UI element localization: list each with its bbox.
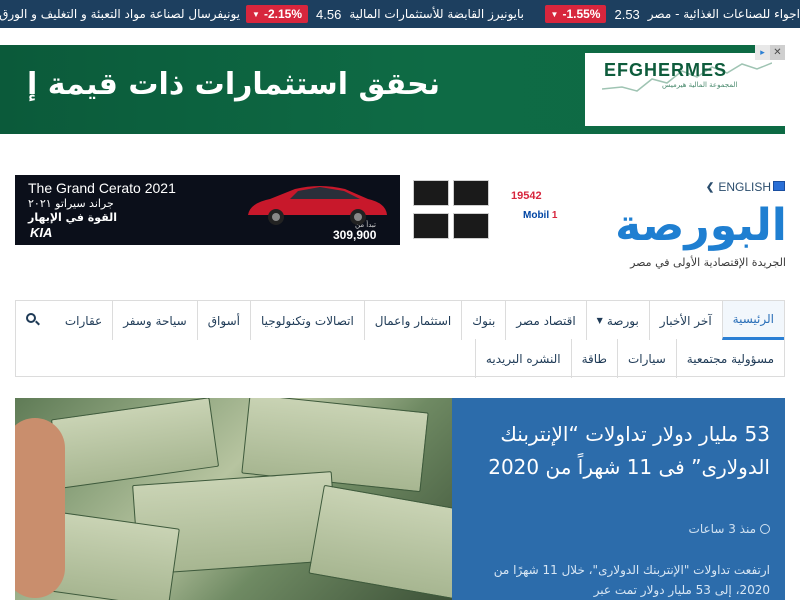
nav-item-label: طاقة [581, 351, 607, 366]
car-brand-logo: KIA [30, 225, 53, 240]
main-nav: الرئيسية آخر الأخبار بورصة ▼ اقتصاد مصر ب… [15, 300, 785, 378]
ticker-stock-name: بايونيرز القابضة للأستثمارات المالية [349, 7, 524, 21]
car-ad-slogan: القوة في الإبهار [28, 211, 118, 224]
nav-item-label: أسواق [207, 313, 240, 328]
feature-excerpt: ارتفعت تداولات "الإنتربنك الدولارى"، خلا… [493, 563, 770, 597]
ad-thumbnail [453, 213, 489, 239]
down-arrow-icon: ▼ [252, 9, 260, 19]
nav-item-newsletter[interactable]: النشره البريديه [474, 339, 571, 378]
car-ad-headline-ar: جراند سيراتو ٢٠٢١ [28, 197, 114, 210]
nav-item-label: اقتصاد مصر [516, 313, 576, 328]
ticker-change-badge: ▼ -2.15% [246, 5, 308, 23]
nav-item-investment[interactable]: استثمار واعمال [363, 301, 461, 340]
down-arrow-icon: ▼ [550, 9, 559, 19]
ad-brand-name: EFGHERMES [604, 60, 728, 80]
ticker-stock-price: 2.53 [614, 6, 640, 22]
nav-item-label: اتصالات وتكنولوجيا [260, 313, 354, 328]
search-icon[interactable] [26, 313, 40, 327]
nav-item-home[interactable]: الرئيسية [721, 301, 784, 340]
ticker-stock-name: اجواء للصناعات الغذائية - مصر [647, 7, 800, 21]
nav-item-banks[interactable]: بنوك [461, 301, 505, 340]
ticker-stock-name: يونيفرسال لصناعة مواد التعبئة و التغليف … [0, 7, 240, 21]
ticker-item[interactable]: يونيفرسال لصناعة مواد التعبئة و التغليف … [0, 0, 240, 28]
car-ad-headline: The Grand Cerato 2021 [28, 180, 176, 196]
ad-brand-num: 1 [551, 210, 558, 221]
nav-row-primary: الرئيسية آخر الأخبار بورصة ▼ اقتصاد مصر ب… [55, 301, 784, 340]
english-link[interactable]: ❮ ENGLISH [706, 180, 771, 194]
nav-row-secondary: مسؤولية مجتمعية سيارات طاقة النشره البري… [474, 339, 784, 378]
ad-hotline: 19542 [511, 190, 542, 202]
ticker-item[interactable]: بايونيرز القابضة للأستثمارات المالية 4.5… [246, 0, 524, 28]
ad-brand-sub: المجموعة المالية هيرميس [662, 81, 738, 89]
ticker-change-value: -1.55% [562, 7, 601, 21]
nav-item-cars[interactable]: سيارات [617, 339, 676, 378]
nav-item-label: سياحة وسفر [123, 313, 187, 328]
nav-item-label: بورصة [606, 313, 639, 328]
ad-thumbnail [453, 180, 489, 206]
feature-time: منذ 3 ساعات [689, 522, 770, 536]
car-ad[interactable]: The Grand Cerato 2021 جراند سيراتو ٢٠٢١ … [15, 175, 400, 245]
oil-ad[interactable]: 19542 Mobil 1 [403, 175, 563, 245]
feature-image[interactable] [15, 398, 452, 600]
nav-item-label: عقارات [64, 313, 103, 328]
ad-brand-prefix: Mobil [523, 210, 550, 221]
feature-panel[interactable]: 53 مليار دولار تداولات “الإنتربنك الدولا… [452, 398, 785, 600]
english-link-label: ENGLISH [718, 180, 771, 194]
ad-slogan: نحقق استثمارات ذات قيمة إ [27, 67, 440, 102]
nav-item-label: سيارات [628, 351, 666, 366]
nav-item-energy[interactable]: طاقة [570, 339, 617, 378]
banknote-shape [308, 484, 452, 600]
nav-item-label: النشره البريديه [485, 351, 561, 366]
ticker-stock-price: 4.56 [316, 6, 342, 22]
logo-tagline: الجريدة الإقتصادية الأولى في مصر [630, 256, 786, 269]
close-icon[interactable]: ✕ [770, 45, 785, 60]
ad-brand: Mobil 1 [523, 210, 557, 221]
nav-item-telecom[interactable]: اتصالات وتكنولوجيا [249, 301, 364, 340]
logo-wordmark: البورصة [615, 200, 789, 251]
ad-info-icon[interactable]: ▸ [755, 45, 770, 60]
ad-thumbnail [413, 213, 449, 239]
nav-item-csr[interactable]: مسؤولية مجتمعية [675, 339, 784, 378]
chevron-left-icon: ❮ [705, 181, 715, 193]
car-price: 309,900 [333, 228, 377, 242]
ticker-change-value: -2.15% [263, 7, 302, 21]
language-icon [773, 181, 785, 191]
nav-item-egypt-economy[interactable]: اقتصاد مصر [505, 301, 585, 340]
ticker-change-badge: ▼ -1.55% [544, 5, 607, 23]
hand-shape [15, 418, 65, 598]
nav-item-real-estate[interactable]: عقارات [55, 301, 112, 340]
top-banner-ad[interactable]: نحقق استثمارات ذات قيمة إ EFGHERMES المج… [0, 45, 785, 134]
feature-time-label: منذ 3 ساعات [688, 522, 756, 536]
nav-item-label: آخر الأخبار [659, 313, 712, 328]
nav-item-stock-exchange[interactable]: بورصة ▼ [585, 301, 649, 340]
banknote-shape [50, 398, 220, 489]
ticker-item[interactable]: اجواء للصناعات الغذائية - مصر 2.53 ▼ -1.… [528, 0, 800, 28]
nav-item-label: الرئيسية [732, 312, 774, 326]
ad-thumbnail [413, 180, 449, 206]
site-logo[interactable]: ❮ ENGLISH البورصة الجريدة الإقتصادية الأ… [605, 178, 789, 272]
nav-item-label: مسؤولية مجتمعية [686, 351, 774, 366]
feature-title[interactable]: 53 مليار دولار تداولات “الإنتربنك الدولا… [465, 418, 770, 484]
nav-item-label: بنوك [472, 313, 496, 328]
nav-item-label: استثمار واعمال [374, 313, 452, 328]
stock-ticker: اجواء للصناعات الغذائية - مصر 2.53 ▼ -1.… [0, 0, 800, 28]
caret-down-icon: ▼ [596, 316, 603, 325]
clock-icon [760, 524, 770, 534]
nav-item-latest-news[interactable]: آخر الأخبار [648, 301, 722, 340]
nav-item-tourism[interactable]: سياحة وسفر [112, 301, 197, 340]
nav-item-markets[interactable]: أسواق [196, 301, 250, 340]
